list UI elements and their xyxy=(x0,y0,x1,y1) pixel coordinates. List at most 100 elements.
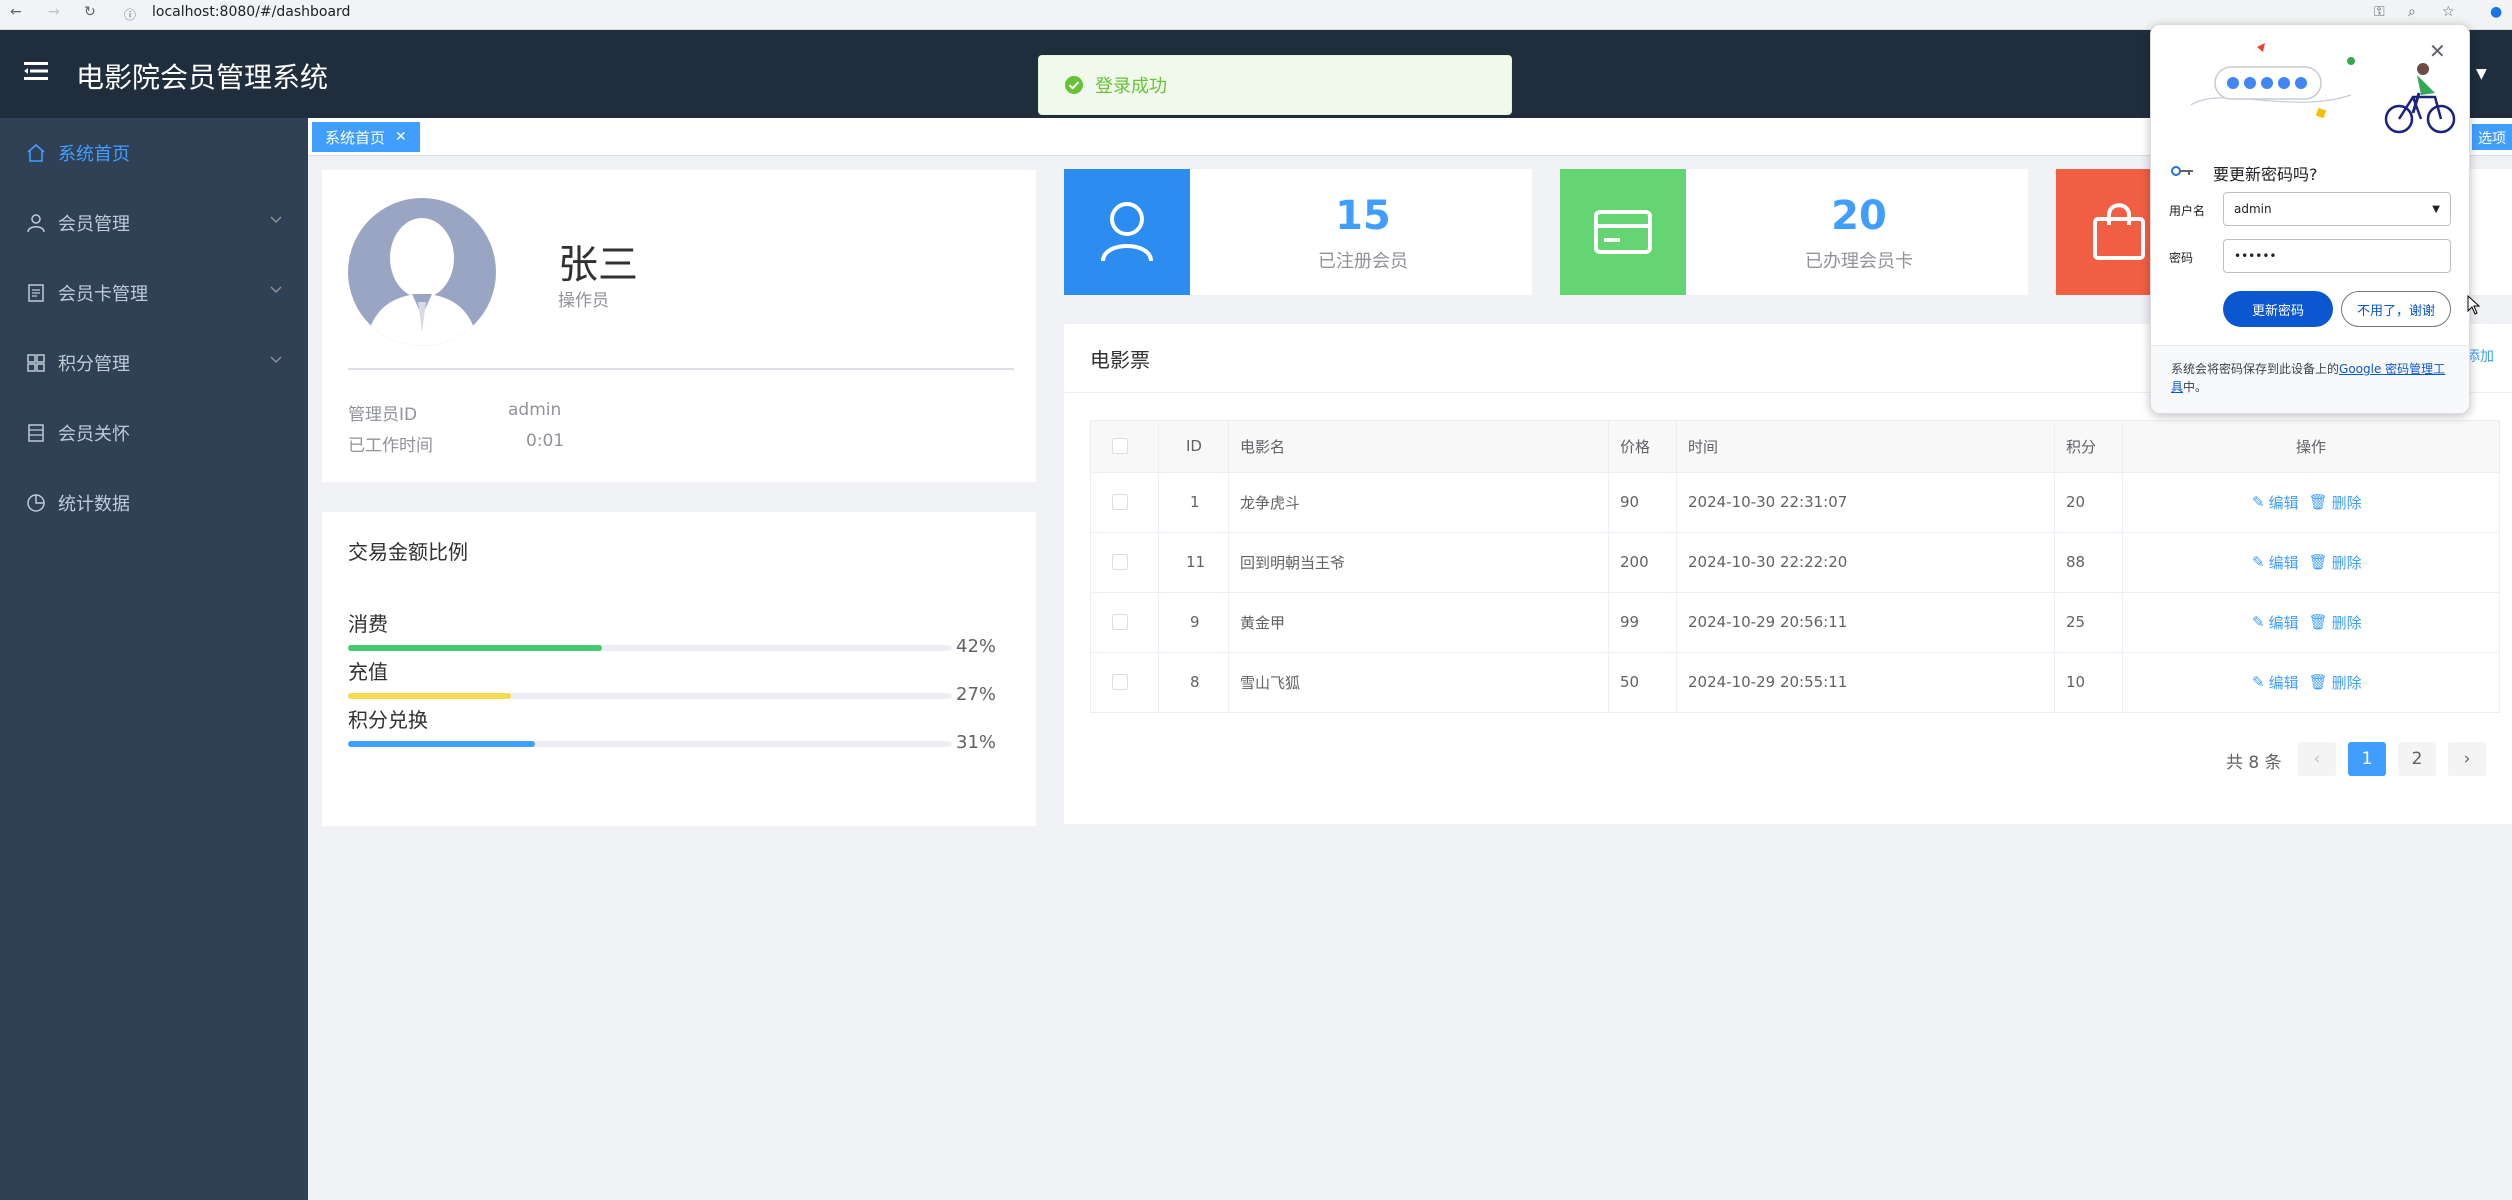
user-outline-icon xyxy=(1064,169,1190,295)
password-key-icon[interactable]: ⚿ xyxy=(2374,4,2385,20)
decline-button[interactable]: 不用了，谢谢 xyxy=(2341,291,2451,327)
key-icon xyxy=(2171,166,2193,176)
sidebar-item-statistics[interactable]: 统计数据 xyxy=(0,468,308,538)
next-page-button[interactable]: › xyxy=(2448,742,2486,776)
stat-value: 20 xyxy=(1831,193,1887,239)
cell-price: 200 xyxy=(1620,553,1649,571)
user-name: 张三 xyxy=(558,242,638,288)
cell-name: 回到明朝当王爷 xyxy=(1240,553,1346,572)
column-header: 操作 xyxy=(2296,437,2327,456)
popup-title: 要更新密码吗? xyxy=(2213,165,2318,184)
chevron-down-icon xyxy=(270,286,282,293)
home-icon xyxy=(27,143,45,162)
column-header: 电影名 xyxy=(1240,437,1286,456)
progress-bar xyxy=(348,645,952,651)
sidebar-item-member-card[interactable]: 会员卡管理 xyxy=(0,258,308,328)
menu-toggle-icon[interactable] xyxy=(24,61,48,81)
password-update-popup: ✕ 要更新密码吗? 用户名 admin ▼ 密码 •••••• 更新密码 不用了… xyxy=(2150,24,2470,414)
edit-button[interactable]: ✎ 编辑 xyxy=(2252,672,2299,693)
page-button[interactable]: 1 xyxy=(2348,742,2386,776)
select-all-checkbox[interactable] xyxy=(1112,420,1128,472)
admin-id-label: 管理员ID xyxy=(348,405,418,425)
forward-arrow-icon[interactable]: → xyxy=(48,4,60,20)
progress-fill xyxy=(348,693,512,699)
delete-button[interactable]: 🗑 删除 xyxy=(2309,552,2362,573)
tag-label: 系统首页 xyxy=(325,128,386,147)
password-label: 密码 xyxy=(2169,251,2194,265)
cell-id: 8 xyxy=(1190,673,1200,691)
row-checkbox[interactable] xyxy=(1112,472,1128,532)
tags-options-button[interactable]: 选项 xyxy=(2472,124,2512,150)
sidebar-item-label: 会员卡管理 xyxy=(58,284,148,305)
prev-page-button[interactable]: ‹ xyxy=(2298,742,2336,776)
edit-button[interactable]: ✎ 编辑 xyxy=(2252,492,2299,513)
edit-label: 编辑 xyxy=(2268,553,2299,572)
tag-home[interactable]: 系统首页 ✕ xyxy=(312,122,420,152)
chevron-down-icon xyxy=(270,216,282,223)
progress-bar xyxy=(348,741,952,747)
sidebar: 系统首页 会员管理 会员卡管理 积分管理 会员关怀 统计数据 xyxy=(0,118,308,1200)
delete-button[interactable]: 🗑 删除 xyxy=(2309,672,2362,693)
cyclist-illustration xyxy=(2190,43,2456,134)
chevron-right-icon: › xyxy=(2463,749,2471,769)
back-arrow-icon[interactable]: ← xyxy=(10,4,22,20)
add-button[interactable]: 添加 xyxy=(2466,346,2494,366)
edit-button[interactable]: ✎ 编辑 xyxy=(2252,612,2299,633)
document-icon xyxy=(28,284,44,302)
progress-percent: 31% xyxy=(956,732,997,753)
trash-icon: 🗑 xyxy=(2308,553,2328,571)
update-password-button[interactable]: 更新密码 xyxy=(2223,291,2333,327)
sidebar-item-home[interactable]: 系统首页 xyxy=(0,118,308,188)
sidebar-item-member[interactable]: 会员管理 xyxy=(0,188,308,258)
mouse-cursor-icon xyxy=(2467,295,2481,315)
delete-button[interactable]: 🗑 删除 xyxy=(2309,612,2362,633)
cell-time: 2024-10-29 20:56:11 xyxy=(1688,613,1848,631)
sidebar-item-label: 会员管理 xyxy=(58,214,130,235)
row-checkbox[interactable] xyxy=(1112,592,1128,652)
profile-icon[interactable]: ● xyxy=(2490,4,2502,20)
trash-icon: 🗑 xyxy=(2308,673,2328,691)
bookmark-star-icon[interactable]: ☆ xyxy=(2442,4,2455,20)
sidebar-item-label: 积分管理 xyxy=(58,354,130,375)
sidebar-item-label: 系统首页 xyxy=(58,144,130,165)
trash-icon: 🗑 xyxy=(2308,613,2328,631)
row-checkbox[interactable] xyxy=(1112,652,1128,712)
page-button[interactable]: 2 xyxy=(2398,742,2436,776)
cell-time: 2024-10-30 22:22:20 xyxy=(1688,553,1848,571)
close-icon[interactable]: ✕ xyxy=(2429,39,2446,63)
cell-points: 10 xyxy=(2066,673,2086,691)
zoom-icon[interactable]: ⌕ xyxy=(2408,4,2416,20)
user-dropdown-caret-icon[interactable]: ▼ xyxy=(2476,66,2487,82)
work-time-value: 0:01 xyxy=(526,431,565,451)
list-icon xyxy=(28,424,44,442)
row-checkbox[interactable] xyxy=(1112,532,1128,592)
edit-button[interactable]: ✎ 编辑 xyxy=(2252,552,2299,573)
trash-icon: 🗑 xyxy=(2308,493,2328,511)
row-actions: ✎ 编辑 🗑 删除 xyxy=(2252,592,2372,652)
sidebar-item-care[interactable]: 会员关怀 xyxy=(0,398,308,468)
delete-button[interactable]: 🗑 删除 xyxy=(2309,492,2362,513)
row-actions: ✎ 编辑 🗑 删除 xyxy=(2252,532,2372,592)
address-bar[interactable]: localhost:8080/#/dashboard xyxy=(152,4,350,20)
stat-value: 15 xyxy=(1335,193,1391,239)
username-select[interactable]: admin ▼ xyxy=(2223,192,2451,226)
cell-price: 50 xyxy=(1620,673,1640,691)
edit-label: 编辑 xyxy=(2268,673,2299,692)
delete-label: 删除 xyxy=(2331,673,2362,692)
cell-id: 1 xyxy=(1190,493,1200,511)
column-header: ID xyxy=(1186,437,1202,455)
sidebar-item-points[interactable]: 积分管理 xyxy=(0,328,308,398)
reload-icon[interactable]: ↻ xyxy=(84,4,96,20)
password-field[interactable]: •••••• xyxy=(2223,239,2451,273)
progress-percent: 27% xyxy=(956,684,997,705)
popup-footer: 系统会将密码保存到此设备上的Google 密码管理工具中。 xyxy=(2151,345,2469,413)
footer-suffix: 中。 xyxy=(2183,380,2208,394)
grid-icon xyxy=(27,354,45,372)
user-info-card: 张三 操作员 管理员ID admin 已工作时间 0:01 xyxy=(322,170,1036,482)
table-header xyxy=(1090,420,2500,472)
close-icon[interactable]: ✕ xyxy=(395,129,407,145)
progress-fill xyxy=(348,741,536,747)
site-info-icon[interactable]: ⓘ xyxy=(124,6,136,23)
cell-points: 25 xyxy=(2066,613,2086,631)
edit-icon: ✎ xyxy=(2252,493,2265,511)
